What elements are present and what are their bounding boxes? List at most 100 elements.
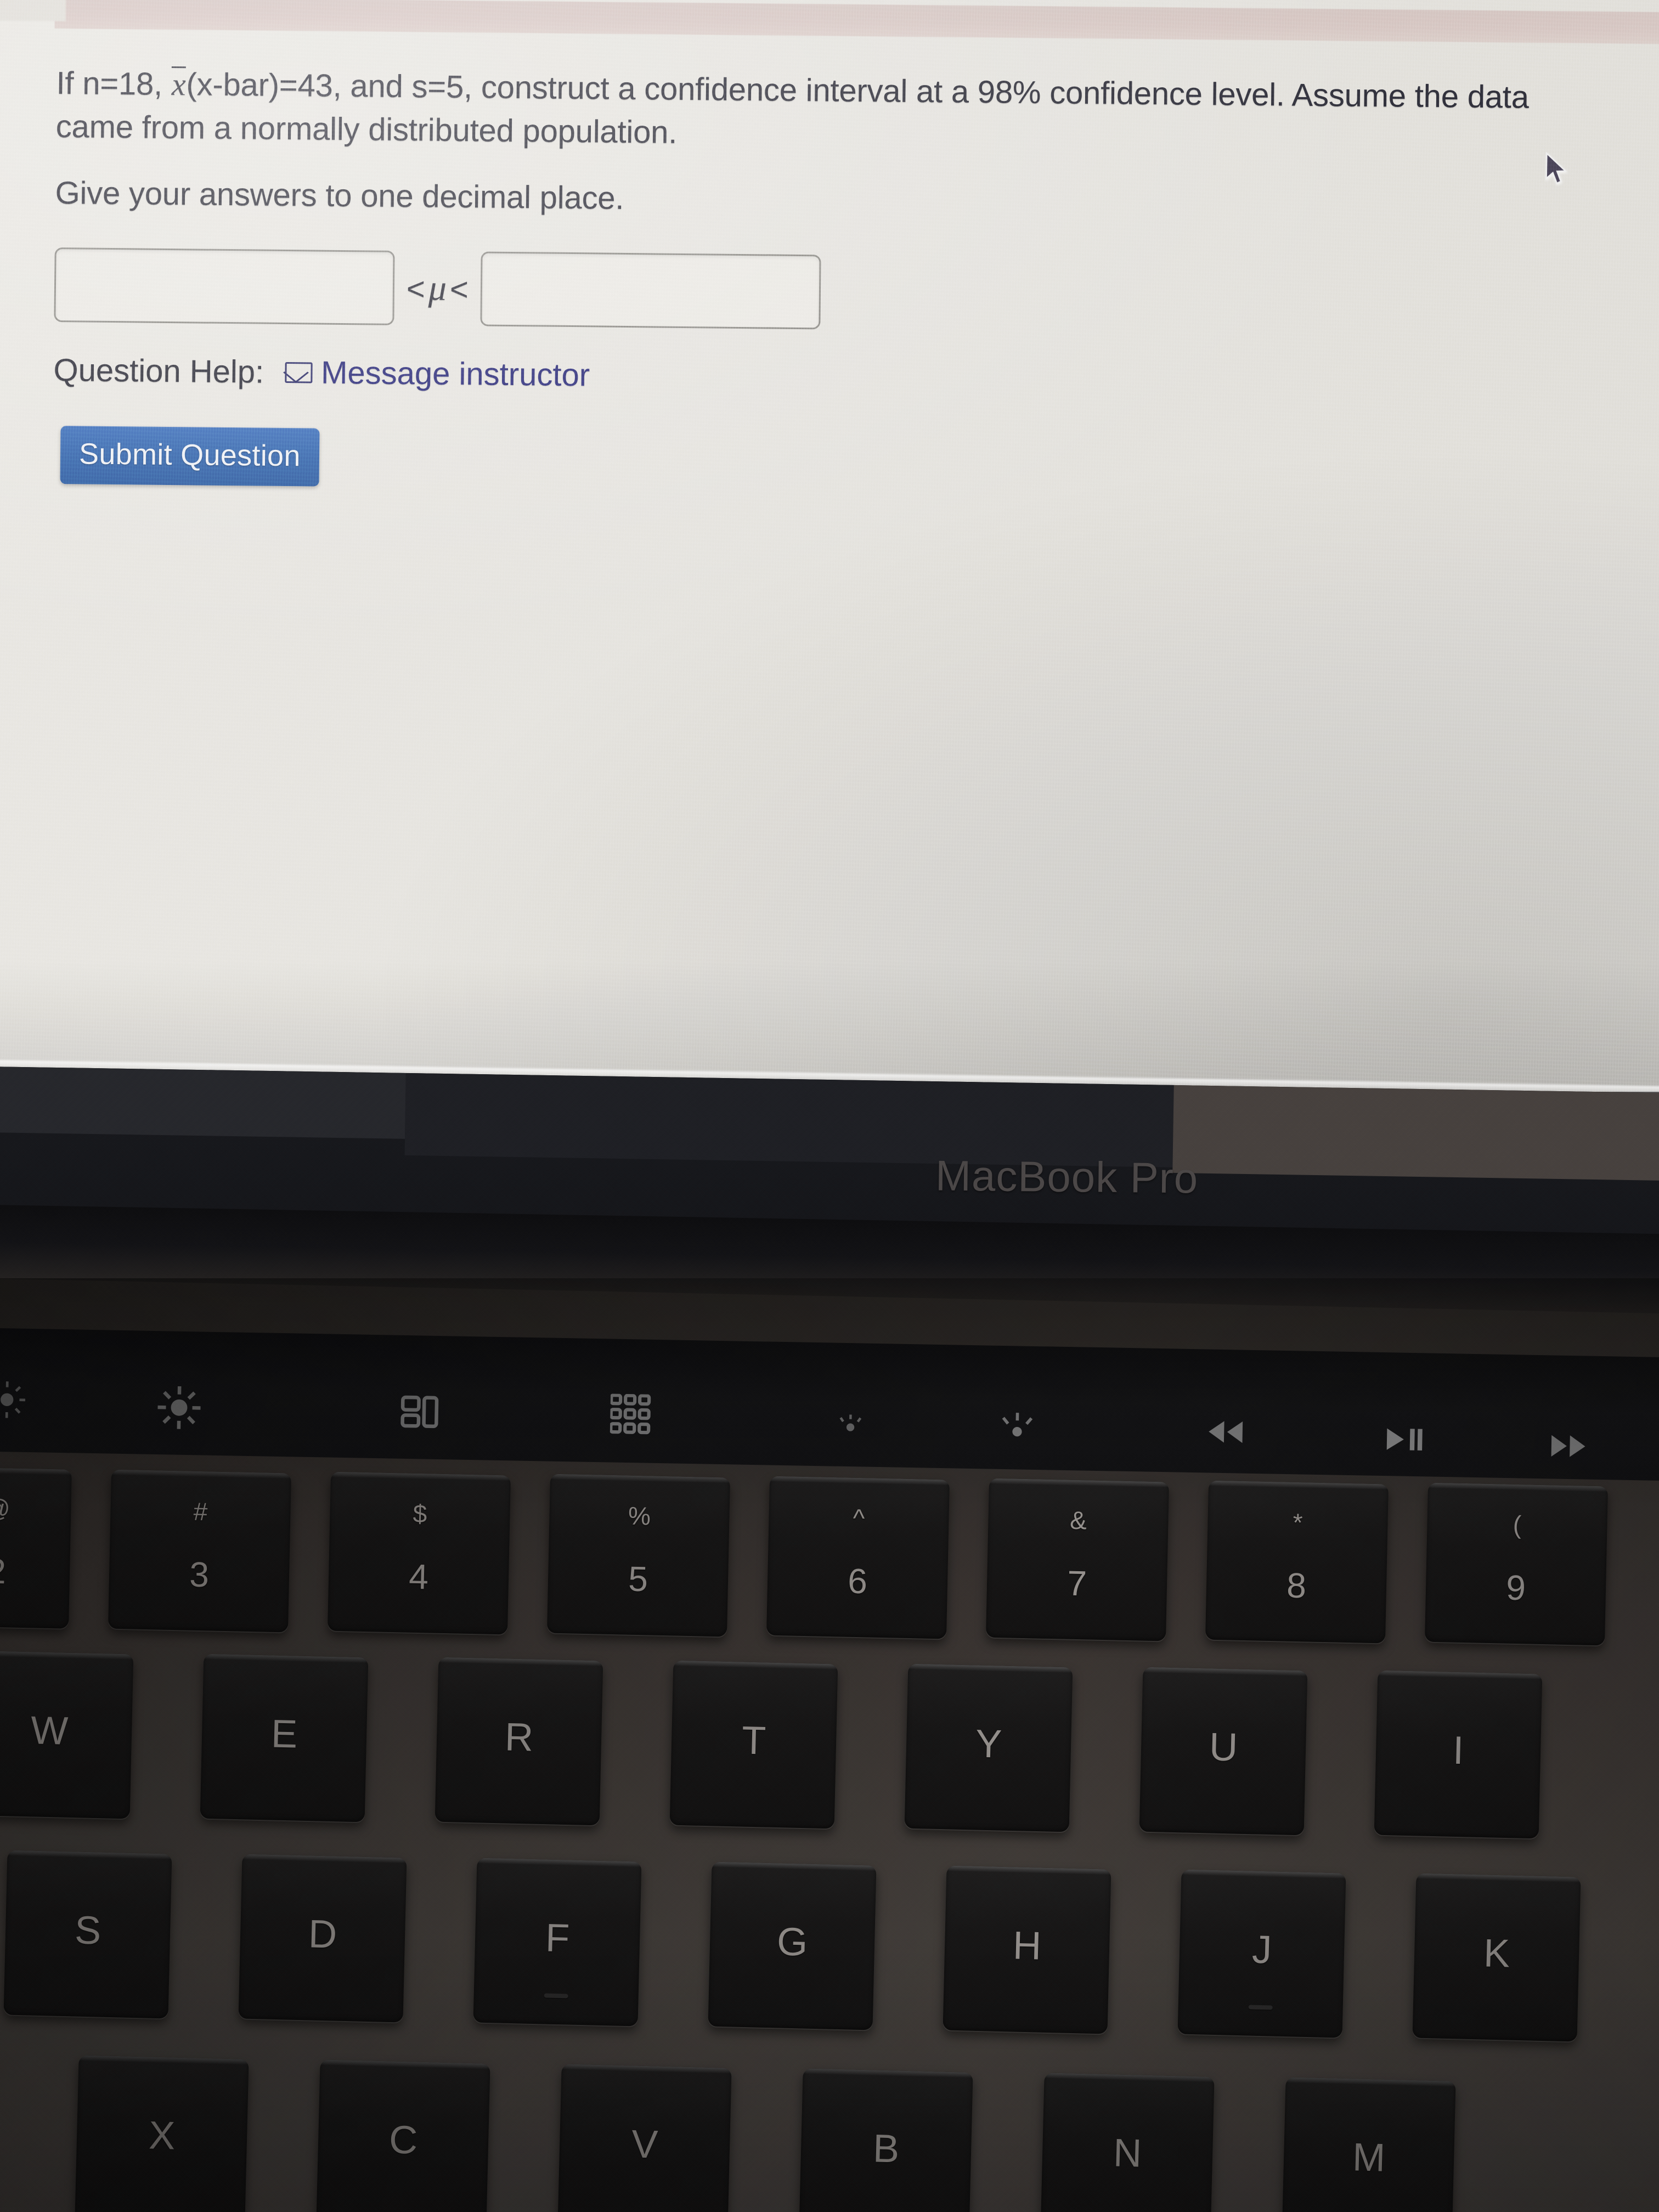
- key-label: 6: [847, 1561, 868, 1601]
- key-B[interactable]: B: [799, 2068, 973, 2212]
- rewind-icon[interactable]: [1202, 1415, 1249, 1453]
- key-label: I: [1452, 1728, 1465, 1773]
- key-3[interactable]: #3: [108, 1469, 292, 1633]
- key-shift-label: ^: [853, 1504, 865, 1533]
- key-C[interactable]: C: [316, 2059, 490, 2212]
- question-help-label: Question Help:: [53, 352, 264, 390]
- key-Y[interactable]: Y: [904, 1663, 1073, 1832]
- launchpad-icon[interactable]: [609, 1393, 654, 1442]
- key-label: X: [148, 2113, 176, 2158]
- key-7[interactable]: & 7: [985, 1478, 1170, 1641]
- browser-chrome-band: [54, 0, 1659, 44]
- home-row-bump: [1248, 2005, 1273, 2010]
- macbook-pro-brand-label: MacBook Pro: [935, 1151, 1199, 1203]
- key-H[interactable]: H: [943, 1865, 1111, 2034]
- key-2[interactable]: @2: [0, 1466, 72, 1629]
- play-pause-icon[interactable]: [1380, 1423, 1427, 1461]
- question-body: (x-bar)=43, and s=5, construct a confide…: [55, 66, 1530, 150]
- key-6[interactable]: ^ 6: [766, 1476, 950, 1639]
- key-8[interactable]: * 8: [1205, 1480, 1389, 1644]
- fast-forward-icon[interactable]: [1545, 1429, 1592, 1468]
- key-label: W: [30, 1708, 69, 1753]
- brightness-up-icon[interactable]: [157, 1386, 201, 1434]
- key-I[interactable]: I: [1374, 1670, 1543, 1839]
- decimal-instruction: Give your answers to one decimal place.: [55, 174, 624, 216]
- key-label: C: [388, 2118, 419, 2163]
- key-label: 5: [628, 1559, 648, 1599]
- key-K[interactable]: K: [1412, 1873, 1581, 2042]
- home-row-bump: [544, 1993, 568, 1999]
- key-label: K: [1483, 1931, 1511, 1976]
- key-T[interactable]: T: [669, 1660, 838, 1829]
- key-shift-label: &: [1069, 1506, 1087, 1535]
- key-label: F: [545, 1916, 571, 1961]
- upper-bound-input[interactable]: [480, 251, 821, 330]
- key-label: 8: [1286, 1565, 1307, 1606]
- key-label: B: [872, 2126, 900, 2171]
- arrow-pointer-icon: [1545, 151, 1567, 184]
- key-G[interactable]: G: [708, 1861, 877, 2030]
- key-5[interactable]: % 5: [546, 1474, 731, 1637]
- key-W[interactable]: W: [0, 1650, 134, 1819]
- key-R[interactable]: R: [435, 1657, 603, 1826]
- key-shift-label: %: [628, 1501, 651, 1531]
- key-label: U: [1209, 1725, 1239, 1770]
- key-label: G: [776, 1920, 809, 1965]
- inequality-expression: <μ<: [394, 267, 481, 310]
- key-label: V: [631, 2122, 659, 2167]
- mu-symbol: μ: [428, 268, 447, 308]
- key-label: S: [74, 1908, 102, 1953]
- screen-lighting-overlay: [0, 0, 1659, 1092]
- mission-control-icon[interactable]: [399, 1390, 443, 1438]
- key-label: 3: [189, 1554, 210, 1595]
- key-label: 7: [1066, 1563, 1087, 1604]
- key-label: T: [741, 1718, 767, 1763]
- key-X[interactable]: X: [75, 2055, 249, 2212]
- keyboard-brightness-up-icon[interactable]: [996, 1406, 1037, 1452]
- question-prompt: If n=18, x(x-bar)=43, and s=5, construct…: [55, 62, 1559, 163]
- key-label: 2: [0, 1551, 7, 1592]
- key-label: E: [270, 1712, 298, 1757]
- key-F[interactable]: F: [473, 1858, 642, 2027]
- key-label: M: [1352, 2135, 1386, 2180]
- key-label: Y: [975, 1722, 1003, 1767]
- key-shift-label: $: [413, 1499, 427, 1528]
- x-bar-symbol: x: [171, 63, 187, 106]
- key-V[interactable]: V: [557, 2064, 732, 2212]
- key-label: N: [1113, 2131, 1143, 2176]
- chin-shade-right: [1172, 1085, 1659, 1181]
- key-shift-label: #: [193, 1497, 208, 1526]
- key-N[interactable]: N: [1040, 2073, 1215, 2212]
- key-label: D: [308, 1912, 338, 1957]
- key-M[interactable]: M: [1282, 2077, 1456, 2212]
- key-shift-label: (: [1513, 1510, 1522, 1539]
- question-prefix: If n=18,: [56, 65, 172, 103]
- key-label: R: [504, 1715, 534, 1760]
- lower-bound-input[interactable]: [54, 247, 395, 325]
- key-label: H: [1012, 1923, 1042, 1968]
- envelope-icon: [284, 362, 313, 383]
- key-U[interactable]: U: [1139, 1667, 1308, 1836]
- screenshot-root: If n=18, x(x-bar)=43, and s=5, construct…: [0, 0, 1659, 2212]
- answer-inputs-row: <μ<: [54, 247, 821, 330]
- key-S[interactable]: S: [3, 1850, 172, 2019]
- key-D[interactable]: D: [238, 1854, 407, 2023]
- inequality-right: <: [449, 271, 469, 308]
- key-4[interactable]: $4: [327, 1471, 511, 1635]
- message-instructor-link[interactable]: Message instructor: [321, 354, 590, 394]
- submit-question-button[interactable]: Submit Question: [60, 426, 320, 487]
- question-help-row: Question Help: Message instructor: [53, 352, 590, 393]
- key-label: 4: [408, 1556, 429, 1597]
- laptop-screen: If n=18, x(x-bar)=43, and s=5, construct…: [0, 0, 1659, 1092]
- key-label: J: [1251, 1927, 1273, 1972]
- chin-shade-left: [0, 1066, 406, 1139]
- key-9[interactable]: (9: [1424, 1482, 1609, 1646]
- brightness-down-icon[interactable]: [0, 1380, 26, 1424]
- key-shift-label: @: [0, 1493, 11, 1523]
- browser-chrome-band-left: [0, 0, 66, 21]
- keyboard-brightness-down-icon[interactable]: [832, 1406, 868, 1448]
- key-E[interactable]: E: [200, 1654, 369, 1822]
- inequality-left: <: [406, 271, 426, 307]
- key-J[interactable]: J: [1177, 1869, 1346, 2038]
- key-label: 9: [1505, 1567, 1526, 1608]
